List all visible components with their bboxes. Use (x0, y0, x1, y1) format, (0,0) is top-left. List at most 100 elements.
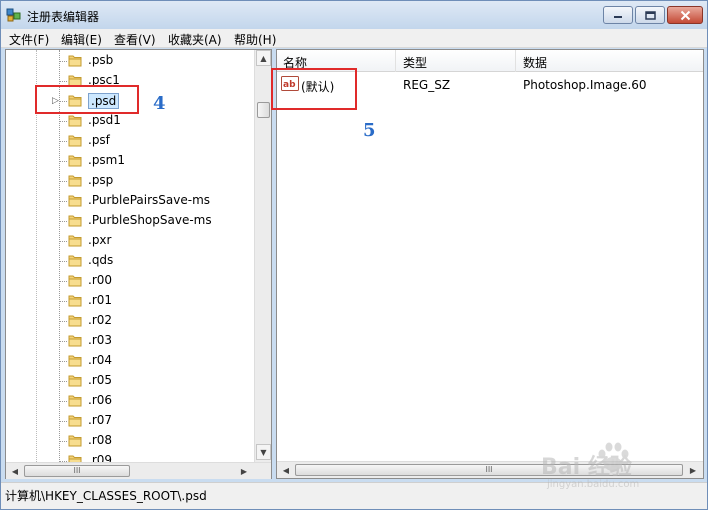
title-bar[interactable]: 注册表编辑器 (1, 1, 707, 29)
tree-item[interactable]: .psm1 (6, 151, 252, 171)
scroll-left-icon[interactable]: ◀ (278, 463, 294, 477)
folder-icon (68, 255, 82, 267)
tree-item-label: .r01 (88, 293, 113, 307)
tree-item[interactable]: .r06 (6, 391, 252, 411)
tree-item[interactable]: .psd1 (6, 111, 252, 131)
tree-item-label: .r08 (88, 433, 113, 447)
folder-icon (68, 295, 82, 307)
tree-item[interactable]: .r00 (6, 271, 252, 291)
column-divider[interactable] (395, 50, 396, 72)
tree-hscroll-thumb[interactable]: III (24, 465, 130, 477)
tree-item-label: .r02 (88, 313, 113, 327)
menu-view[interactable]: 查看(V) (114, 31, 156, 48)
tree-connector (59, 161, 67, 162)
value-type: REG_SZ (403, 78, 451, 92)
tree-item[interactable]: .r03 (6, 331, 252, 351)
scroll-left-icon[interactable]: ◀ (7, 464, 23, 478)
tree-item-label: .qds (88, 253, 114, 267)
values-list-pane[interactable]: 名称 类型 数据 ab (默认) REG_SZ Photoshop.Image.… (276, 49, 704, 479)
tree-connector (59, 421, 67, 422)
tree-connector (59, 361, 67, 362)
tree-item-label: .psd1 (88, 113, 121, 127)
tree-item[interactable]: .r07 (6, 411, 252, 431)
minimize-icon (604, 7, 632, 23)
folder-icon (68, 155, 82, 167)
column-header-type[interactable]: 类型 (403, 54, 427, 71)
tree-item-label: .r05 (88, 373, 113, 387)
status-path: 计算机\HKEY_CLASSES_ROOT\.psd (5, 489, 207, 503)
tree-item[interactable]: .PurbleShopSave-ms (6, 211, 252, 231)
scroll-down-icon[interactable]: ▼ (256, 444, 271, 460)
tree-item[interactable]: .qds (6, 251, 252, 271)
tree-item-label: .PurbleShopSave-ms (88, 213, 212, 227)
tree-item[interactable]: .psf (6, 131, 252, 151)
tree-item[interactable]: .psp (6, 171, 252, 191)
tree-connector (59, 281, 67, 282)
folder-icon (68, 275, 82, 287)
tree-item-label: .pxr (88, 233, 112, 247)
menu-edit[interactable]: 编辑(E) (61, 31, 102, 48)
tree-connector (59, 441, 67, 442)
maximize-button[interactable] (635, 6, 665, 24)
tree-item-label: .psb (88, 53, 114, 67)
folder-icon (68, 315, 82, 327)
tree-item-label: .r06 (88, 393, 113, 407)
folder-icon (68, 55, 82, 67)
tree-connector (59, 221, 67, 222)
tree-item-label: .r04 (88, 353, 113, 367)
tree-connector (59, 401, 67, 402)
close-icon (668, 7, 702, 23)
folder-icon (68, 195, 82, 207)
tree-item-label: .r07 (88, 413, 113, 427)
tree-item-label: .PurblePairsSave-ms (88, 193, 211, 207)
tree-item[interactable]: .PurblePairsSave-ms (6, 191, 252, 211)
tree-vscroll-thumb[interactable] (257, 102, 270, 118)
folder-icon (68, 435, 82, 447)
tree-item[interactable]: .psb (6, 51, 252, 71)
watermark-brand: Bai 经验 (541, 455, 632, 480)
tree-connector (59, 81, 67, 82)
tree-item-label: .psf (88, 133, 110, 147)
tree-connector (59, 321, 67, 322)
tree-connector (59, 241, 67, 242)
tree-item-label: .psm1 (88, 153, 126, 167)
tree-item[interactable]: .r02 (6, 311, 252, 331)
folder-icon (68, 175, 82, 187)
tree-vertical-scrollbar[interactable]: ▲ ▼ (254, 50, 271, 462)
close-button[interactable] (667, 6, 703, 24)
tree-connector (59, 301, 67, 302)
tree-connector (59, 341, 67, 342)
tree-item-label: .psp (88, 173, 114, 187)
step-number-4: 4 (153, 93, 166, 114)
tree-item[interactable]: .r04 (6, 351, 252, 371)
tree-item[interactable]: .pxr (6, 231, 252, 251)
tree-item[interactable]: .r05 (6, 371, 252, 391)
highlight-box-tree (35, 85, 139, 114)
menu-bar: 文件(F) 编辑(E) 查看(V) 收藏夹(A) 帮助(H) (1, 29, 707, 48)
folder-icon (68, 135, 82, 147)
scroll-up-icon[interactable]: ▲ (256, 50, 271, 66)
folder-icon (68, 355, 82, 367)
menu-favorites[interactable]: 收藏夹(A) (168, 31, 222, 48)
tree-horizontal-scrollbar[interactable]: ◀ III ▶ (6, 462, 271, 479)
column-header-data[interactable]: 数据 (523, 54, 547, 71)
scroll-right-icon[interactable]: ▶ (236, 464, 252, 478)
step-number-5: 5 (363, 120, 376, 141)
maximize-icon (636, 7, 664, 23)
minimize-button[interactable] (603, 6, 633, 24)
column-divider[interactable] (515, 50, 516, 72)
folder-icon (68, 335, 82, 347)
folder-icon (68, 395, 82, 407)
tree-item[interactable]: .r08 (6, 431, 252, 451)
menu-file[interactable]: 文件(F) (9, 31, 49, 48)
folder-icon (68, 415, 82, 427)
tree-item-label: .r00 (88, 273, 113, 287)
regedit-app-icon (6, 8, 21, 22)
folder-icon (68, 115, 82, 127)
highlight-box-value (271, 68, 357, 110)
tree-connector (59, 61, 67, 62)
folder-icon (68, 215, 82, 227)
tree-item[interactable]: .r01 (6, 291, 252, 311)
menu-help[interactable]: 帮助(H) (234, 31, 276, 48)
tree-connector (59, 121, 67, 122)
